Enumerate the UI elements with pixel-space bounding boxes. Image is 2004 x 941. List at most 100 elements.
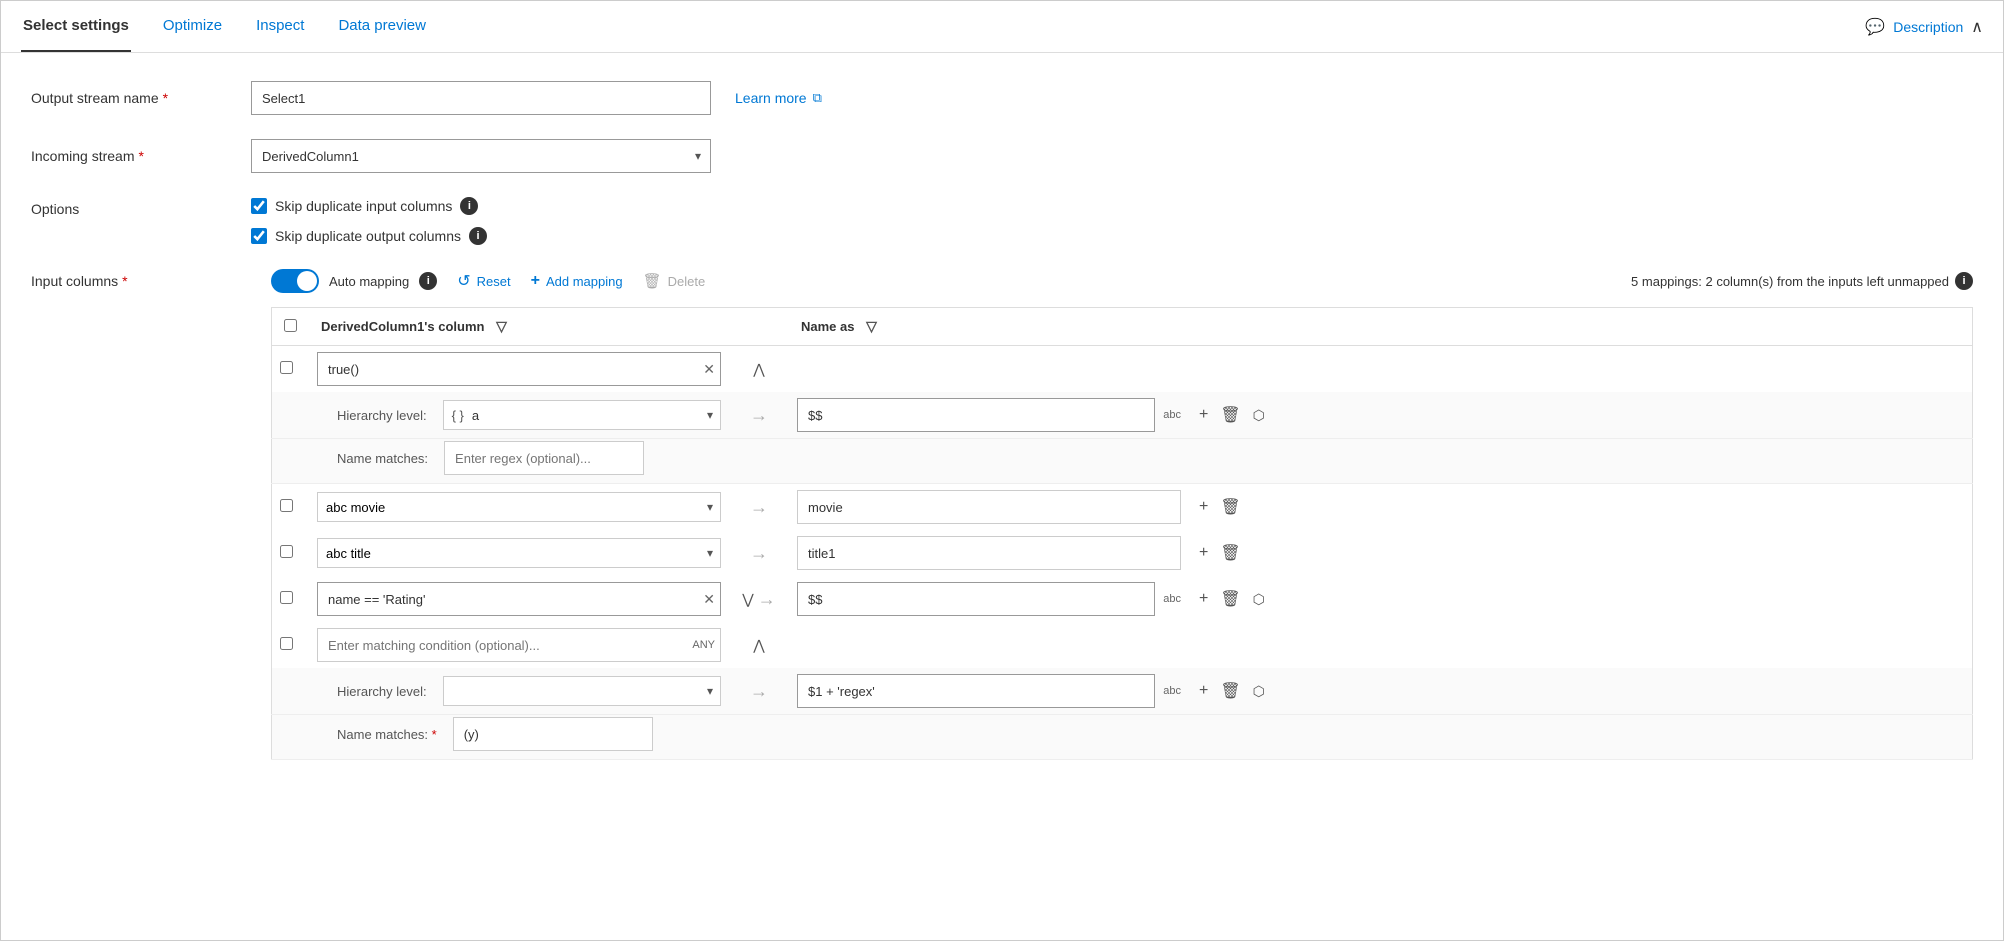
nameas-filter-icon[interactable]: ▽ (866, 318, 877, 334)
row1-checkbox-cell (272, 346, 310, 393)
row5-add-button[interactable]: + (1197, 680, 1210, 702)
row2-delete-button[interactable]: 🗑 (1218, 495, 1242, 519)
row2-checkbox[interactable] (280, 499, 293, 512)
row5-nameas-input[interactable] (797, 674, 1155, 708)
sub1-arrow-cell: → (729, 392, 789, 439)
required-star: * (163, 90, 168, 106)
row4-actions-cell: + 🗑 ⬡ (1189, 576, 1973, 622)
row3-nameas-input[interactable] (797, 536, 1181, 570)
row1-source-input[interactable] (317, 352, 721, 386)
row2-add-button[interactable]: + (1197, 496, 1210, 518)
row5-hierarchy-select[interactable] (443, 676, 721, 706)
row1-abc-label: abc (1163, 409, 1181, 421)
row5-checkbox[interactable] (280, 637, 293, 650)
row1-regex-input[interactable] (444, 441, 644, 475)
chevron-up-icon: ∧ (1971, 17, 1983, 37)
row4-clear-button[interactable]: ✕ (703, 592, 715, 606)
output-stream-label: Output stream name * (31, 90, 251, 106)
row3-checkbox[interactable] (280, 545, 293, 558)
sub5-source-cell: Hierarchy level: ▾ (309, 668, 729, 715)
row1-clear-button[interactable]: ✕ (703, 362, 715, 376)
skip-duplicate-output-checkbox[interactable] (251, 228, 267, 244)
source-filter-icon[interactable]: ▽ (496, 318, 507, 334)
row1-expand-icon[interactable]: ⋀ (753, 361, 764, 378)
tab-data-preview[interactable]: Data preview (336, 1, 428, 52)
row3-source-select[interactable]: abc title (317, 538, 721, 568)
table-row: abc title ▾ → (272, 530, 1973, 576)
sub1-nameas-cell: abc (789, 392, 1189, 439)
auto-mapping-toggle-wrapper: Auto mapping i (271, 269, 437, 293)
add-mapping-button[interactable]: + Add mapping (531, 272, 623, 290)
sub5-arrow-cell: → (729, 668, 789, 715)
description-button[interactable]: 💬 Description ∧ (1865, 17, 1983, 37)
delete-button[interactable]: 🗑 Delete (643, 272, 706, 290)
name-matches-label: Name matches: (337, 451, 436, 466)
row3-checkbox-cell (272, 530, 310, 576)
skip-duplicate-input-checkbox[interactable] (251, 198, 267, 214)
output-stream-row: Output stream name * Learn more ⧉ (31, 81, 1973, 115)
row2-source-select[interactable]: abc movie (317, 492, 721, 522)
row1-link-button[interactable]: ⬡ (1251, 405, 1267, 426)
row5-expand-icon[interactable]: ⋀ (753, 637, 764, 654)
row1-checkbox[interactable] (280, 361, 293, 374)
sub1-arrow-icon: → (750, 405, 768, 426)
select-all-checkbox[interactable] (284, 319, 297, 332)
row4-nameas-input[interactable] (797, 582, 1155, 616)
row5-actions-cell (1189, 622, 1973, 668)
mapping-info: 5 mappings: 2 column(s) from the inputs … (1631, 272, 1973, 290)
row5-checkbox-cell (272, 622, 310, 668)
row5-delete-button[interactable]: 🗑 (1218, 679, 1242, 703)
row4-add-button[interactable]: + (1197, 588, 1210, 610)
row1-nameas-input[interactable] (797, 398, 1155, 432)
row3-add-button[interactable]: + (1197, 542, 1210, 564)
row2-nameas-input[interactable] (797, 490, 1181, 524)
skip-input-info-icon[interactable]: i (460, 197, 478, 215)
row4-delete-button[interactable]: 🗑 (1218, 587, 1242, 611)
row5-regex-input[interactable] (453, 717, 653, 751)
auto-mapping-toggle[interactable] (271, 269, 319, 293)
header-actions-col (1189, 308, 1973, 346)
table-row: ✕ ⋀ (272, 346, 1973, 393)
row1-delete-button[interactable]: 🗑 (1218, 403, 1242, 427)
row5-nameas-cell (789, 622, 1189, 668)
row5-link-button[interactable]: ⬡ (1251, 681, 1267, 702)
row2-nameas-cell (789, 484, 1189, 531)
sub1-checkbox-cell (272, 392, 310, 439)
options-controls: Skip duplicate input columns i Skip dupl… (251, 197, 487, 245)
row4-checkbox[interactable] (280, 591, 293, 604)
row4-collapse-icon[interactable]: ⋁ (742, 591, 753, 608)
curly-icon: { } (452, 408, 464, 423)
hierarchy-select[interactable]: { } a (443, 400, 721, 430)
row5-source-input[interactable] (317, 628, 721, 662)
row4-arrow-icon: → (758, 589, 776, 610)
tab-inspect[interactable]: Inspect (254, 1, 306, 52)
options-label: Options (31, 197, 251, 217)
row3-arrow-icon: → (750, 543, 768, 564)
row3-arrow-cell: → (729, 530, 789, 576)
reset-button[interactable]: ↺ Reset (457, 271, 510, 291)
main-content: Output stream name * Learn more ⧉ Incomi… (1, 53, 2003, 940)
incoming-stream-select[interactable]: DerivedColumn1 Source1 (251, 139, 711, 173)
tabs: Select settings Optimize Inspect Data pr… (21, 1, 428, 52)
row1-add-button[interactable]: + (1197, 404, 1210, 426)
reset-icon: ↺ (457, 271, 470, 291)
row4-source-input[interactable] (317, 582, 721, 616)
tab-select-settings[interactable]: Select settings (21, 1, 131, 52)
sub5-arrow-icon: → (750, 681, 768, 702)
auto-mapping-info-icon[interactable]: i (419, 272, 437, 290)
row4-link-button[interactable]: ⬡ (1251, 589, 1267, 610)
learn-more-link[interactable]: Learn more ⧉ (735, 90, 822, 106)
skip-output-info-icon[interactable]: i (469, 227, 487, 245)
plus-icon: + (531, 272, 540, 290)
row3-delete-button[interactable]: 🗑 (1218, 541, 1242, 565)
mapping-info-icon[interactable]: i (1955, 272, 1973, 290)
header-source-col: DerivedColumn1's column ▽ (309, 308, 729, 346)
row3-nameas-cell (789, 530, 1189, 576)
required-star-3: * (122, 273, 127, 289)
required-star-2: * (138, 148, 143, 164)
skip-duplicate-output-row: Skip duplicate output columns i (251, 227, 487, 245)
output-stream-input[interactable] (251, 81, 711, 115)
input-columns-label: Input columns * (31, 269, 251, 289)
hierarchy-label: Hierarchy level: (337, 408, 435, 423)
tab-optimize[interactable]: Optimize (161, 1, 224, 52)
